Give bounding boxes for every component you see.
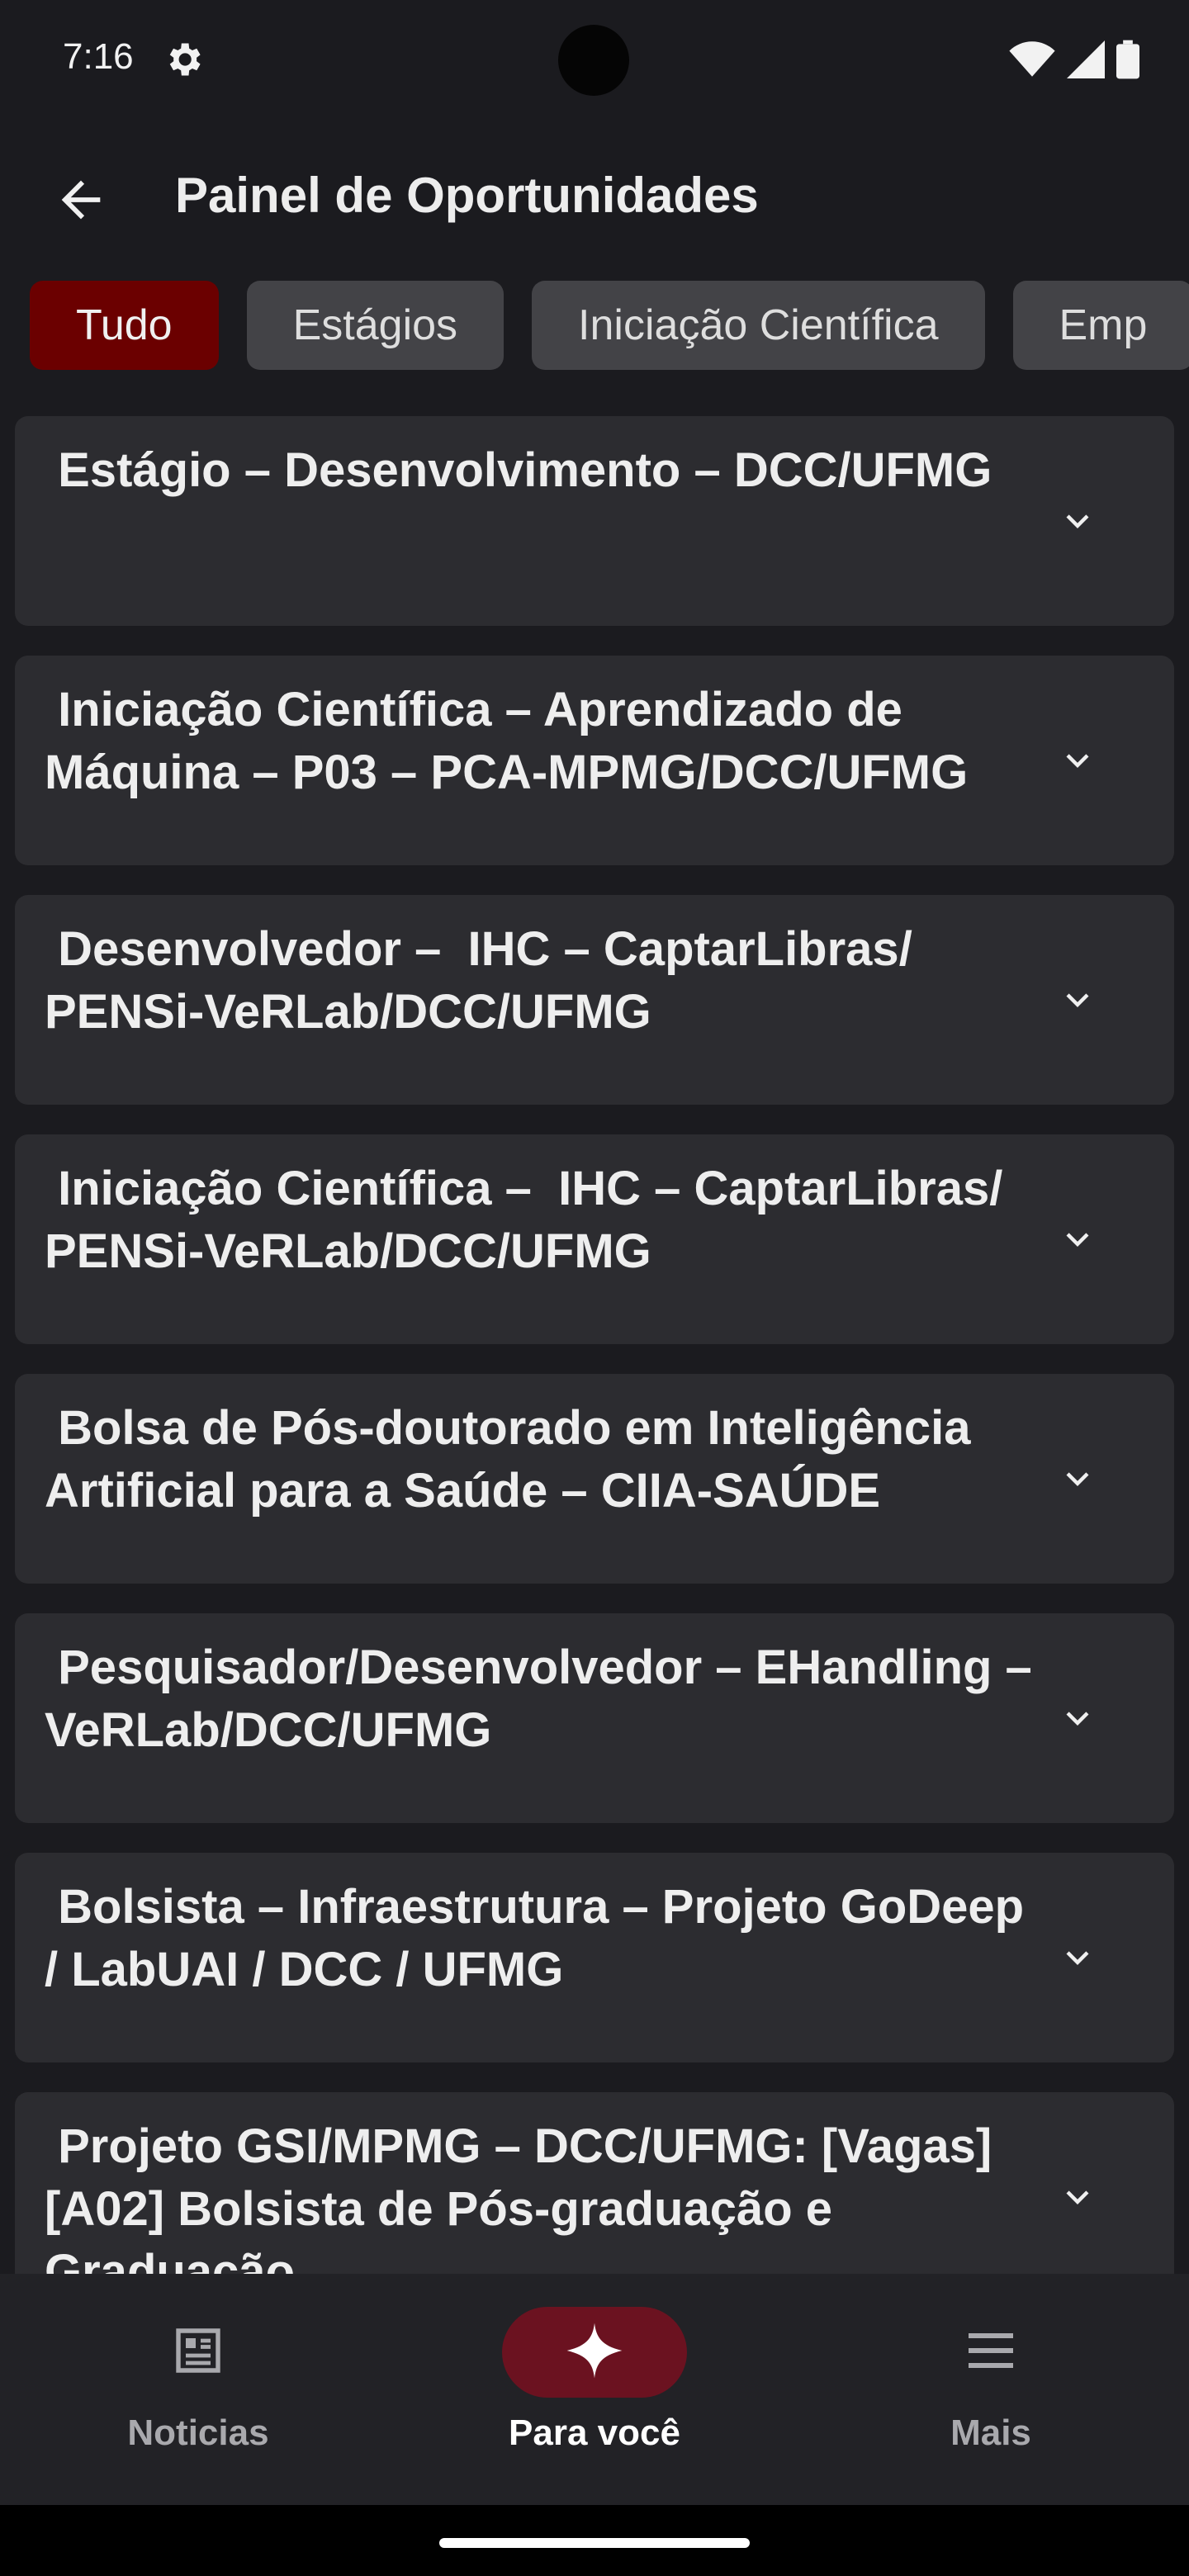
app-bar: Painel de Oportunidades [0,132,1189,264]
card-title: Bolsa de Pós-doutorado em Inteligência A… [45,1401,983,1518]
chevron-down-icon[interactable] [1055,1217,1100,1262]
opportunity-card[interactable]: Pesquisador/Desenvolvedor – EHandling – … [15,1613,1174,1823]
opportunity-list: Estágio – Desenvolvimento – DCC/UFMG Ini… [15,416,1174,2274]
news-icon [168,2321,228,2384]
nav-icon-container [898,2307,1083,2398]
nav-label: Noticias [127,2413,269,2453]
chevron-down-icon[interactable] [1055,1935,1100,1980]
chip-emp[interactable]: Emp [1012,281,1189,370]
chevron-down-icon[interactable] [1055,1696,1100,1740]
chevron-down-icon[interactable] [1055,738,1100,783]
battery-icon [1116,40,1139,83]
opportunity-card[interactable]: Iniciação Científica – IHC – CaptarLibra… [15,1134,1174,1344]
arrow-back-icon [52,171,110,233]
opportunity-card[interactable]: Projeto GSI/MPMG – DCC/UFMG: [Vagas] [A0… [15,2092,1174,2274]
chevron-down-icon[interactable] [1055,1456,1100,1501]
chevron-down-icon[interactable] [1055,978,1100,1022]
opportunity-card[interactable]: Bolsista – Infraestrutura – Projeto GoDe… [15,1853,1174,2062]
nav-icon-container [502,2307,687,2398]
bottom-navigation: Noticias Para você Mais [0,2274,1189,2505]
chip-iniciacao-cientifica[interactable]: Iniciação Científica [532,281,985,370]
card-title: Bolsista – Infraestrutura – Projeto GoDe… [45,1880,1038,1996]
opportunity-card[interactable]: Desenvolvedor – IHC – CaptarLibras/ PENS… [15,895,1174,1105]
opportunity-card[interactable]: Estágio – Desenvolvimento – DCC/UFMG [15,416,1174,626]
opportunity-card[interactable]: Bolsa de Pós-doutorado em Inteligência A… [15,1374,1174,1584]
nav-item-para-voce[interactable]: Para você [446,2307,743,2472]
status-icons [1009,40,1139,83]
nav-item-noticias[interactable]: Noticias [50,2307,347,2472]
card-title: Estágio – Desenvolvimento – DCC/UFMG [45,443,992,497]
nav-label: Para você [509,2413,680,2453]
filter-chips: Tudo Estágios Iniciação Científica Emp [30,281,1189,372]
status-bar: 7:16 [0,0,1189,124]
system-gesture-area [0,2505,1189,2576]
signal-icon [1067,40,1105,83]
card-title: Desenvolvedor – IHC – CaptarLibras/ PENS… [45,922,926,1039]
chevron-down-icon[interactable] [1055,499,1100,543]
back-button[interactable] [46,167,116,236]
opportunity-card[interactable]: Iniciação Científica – Aprendizado de Má… [15,656,1174,865]
chevron-down-icon[interactable] [1055,2175,1100,2219]
page-title: Painel de Oportunidades [175,168,759,223]
nav-icon-container [106,2307,291,2398]
card-title: Iniciação Científica – IHC – CaptarLibra… [45,1162,1016,1278]
nav-item-mais[interactable]: Mais [842,2307,1139,2472]
wifi-icon [1009,40,1055,83]
sparkle-icon [561,2318,628,2388]
gesture-handle[interactable] [439,2538,750,2548]
chip-estagios[interactable]: Estágios [246,281,504,370]
status-time: 7:16 [63,36,134,77]
camera-cutout [558,25,629,96]
chip-tudo[interactable]: Tudo [30,281,219,370]
card-title: Iniciação Científica – Aprendizado de Má… [45,683,969,799]
card-title: Pesquisador/Desenvolvedor – EHandling – … [45,1641,1045,1757]
gear-icon [162,38,205,81]
menu-icon [961,2321,1021,2384]
card-title: Projeto GSI/MPMG – DCC/UFMG: [Vagas] [A0… [45,2119,1006,2274]
nav-label: Mais [950,2413,1031,2453]
